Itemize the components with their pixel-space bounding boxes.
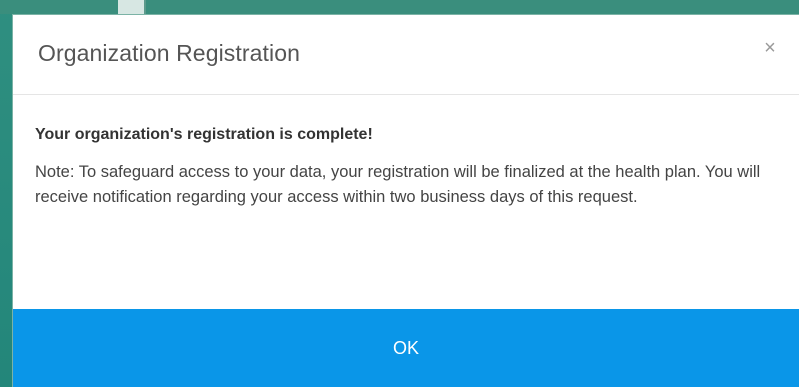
registration-dialog: Organization Registration × Your organiz… xyxy=(12,14,799,387)
ok-button[interactable]: OK xyxy=(363,330,449,367)
dialog-header: Organization Registration × xyxy=(13,15,799,95)
dialog-footer: OK xyxy=(13,309,799,387)
dialog-title: Organization Registration xyxy=(38,40,301,66)
background-tab xyxy=(118,0,146,14)
close-button[interactable]: × xyxy=(759,37,781,59)
dialog-body: Your organization's registration is comp… xyxy=(35,126,783,210)
close-icon: × xyxy=(764,37,776,59)
registration-note: Note: To safeguard access to your data, … xyxy=(35,163,761,206)
registration-complete-message: Your organization's registration is comp… xyxy=(35,126,373,143)
